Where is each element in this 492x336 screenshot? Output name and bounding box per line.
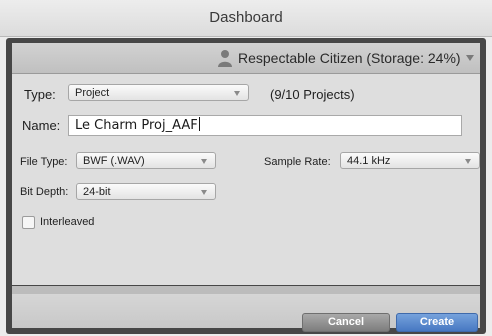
bit-depth-label: Bit Depth: <box>20 186 69 198</box>
sample-rate-select-value: 44.1 kHz <box>347 155 391 167</box>
type-select[interactable]: Project <box>68 84 249 101</box>
bit-depth-select-value: 24-bit <box>83 186 111 198</box>
projects-count: (9/10 Projects) <box>270 87 355 102</box>
user-icon <box>218 50 232 67</box>
form-panel <box>12 74 480 285</box>
sample-rate-select[interactable]: 44.1 kHz <box>340 152 480 169</box>
user-storage-label: Respectable Citizen (Storage: 24%) <box>238 50 461 66</box>
name-input-value: Le Charm Proj_AAF <box>75 118 198 133</box>
chevron-down-icon[interactable] <box>466 55 474 61</box>
type-label: Type: <box>24 87 56 102</box>
interleaved-checkbox[interactable] <box>22 216 35 229</box>
cancel-button[interactable]: Cancel <box>302 313 390 332</box>
text-cursor <box>198 117 200 131</box>
name-input[interactable]: Le Charm Proj_AAF <box>68 115 462 136</box>
chevron-down-icon <box>201 159 207 164</box>
name-label: Name: <box>22 118 61 133</box>
type-select-value: Project <box>75 87 110 99</box>
file-type-select[interactable]: BWF (.WAV) <box>76 152 216 169</box>
create-button[interactable]: Create <box>396 313 478 332</box>
window-title: Dashboard <box>0 0 492 37</box>
chevron-down-icon <box>465 159 471 164</box>
interleaved-label: Interleaved <box>40 216 95 228</box>
sample-rate-label: Sample Rate: <box>264 156 331 168</box>
chevron-down-icon <box>201 190 207 195</box>
bit-depth-select[interactable]: 24-bit <box>76 183 216 200</box>
file-type-label: File Type: <box>20 156 68 168</box>
user-bar[interactable]: Respectable Citizen (Storage: 24%) <box>12 43 480 74</box>
divider <box>12 286 480 294</box>
file-type-select-value: BWF (.WAV) <box>83 155 145 167</box>
chevron-down-icon <box>234 91 240 96</box>
